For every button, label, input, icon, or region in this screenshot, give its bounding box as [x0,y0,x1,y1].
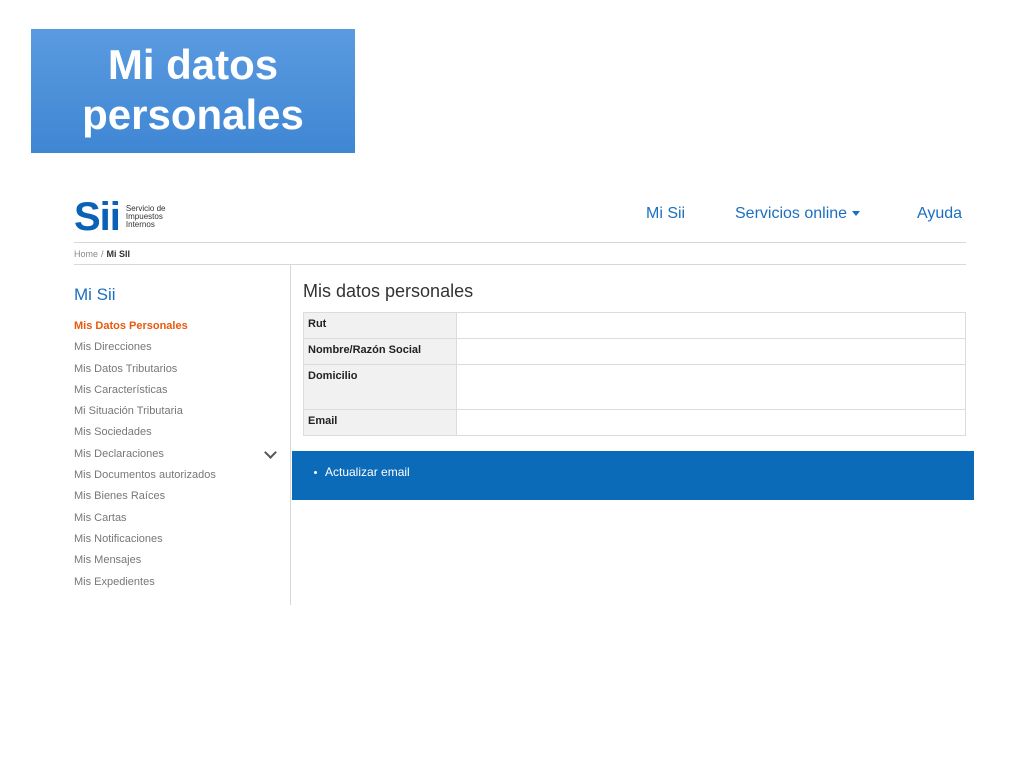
sidebar-item-caracteristicas[interactable]: Mis Características [74,383,216,404]
logo-text-line: Internos [125,220,155,229]
sidebar-item-declaraciones[interactable]: Mis Declaraciones [74,447,216,468]
sidebar-item-bienes-raices[interactable]: Mis Bienes Raíces [74,489,216,510]
page-title: Mis datos personales [303,281,474,301]
sidebar-divider [290,265,291,605]
sidebar-item-direcciones[interactable]: Mis Direcciones [74,340,216,361]
sidebar-title: Mi Sii [74,285,116,304]
sidebar-item-sociedades[interactable]: Mis Sociedades [74,425,216,446]
sidebar-item-datos-tributarios[interactable]: Mis Datos Tributarios [74,362,216,383]
logo-mark: Sii [74,195,121,239]
sii-screenshot: Sii Servicio de Impuestos Internos Mi Si… [60,185,980,605]
row-label-rut: Rut [303,312,457,339]
row-value-rut [456,312,966,339]
table-row: Domicilio [303,364,966,410]
slide-title: Mi datos personales [31,29,355,153]
nav-servicios-label: Servicios online [735,205,848,222]
row-label-email: Email [303,409,457,436]
update-email-link[interactable]: Actualizar email [314,465,410,479]
bullet-icon [314,471,317,475]
row-value-nombre [456,338,966,365]
caret-down-icon [852,211,861,217]
sidebar-menu: Mis Datos Personales Mis Direcciones Mis… [74,319,216,596]
slide-title-line2: personales [82,91,304,138]
row-value-email [456,409,966,436]
sidebar-item-expedientes[interactable]: Mis Expedientes [74,575,216,596]
table-row: Nombre/Razón Social [303,338,966,365]
personal-data-table: Rut Nombre/Razón Social Domicilio Email [303,312,966,436]
breadcrumb-divider [74,264,966,265]
chevron-down-icon[interactable] [264,446,277,459]
header-divider [74,242,966,243]
update-email-label: Actualizar email [325,465,410,479]
sidebar-item-notificaciones[interactable]: Mis Notificaciones [74,532,216,553]
sidebar-item-mensajes[interactable]: Mis Mensajes [74,553,216,574]
slide-title-line1: Mi datos [107,41,279,88]
breadcrumb-current: Mi SII [106,249,131,259]
row-label-domicilio: Domicilio [303,364,457,410]
sidebar-item-datos-personales[interactable]: Mis Datos Personales [74,319,216,340]
nav-servicios-online[interactable]: Servicios online [735,205,861,223]
row-value-domicilio [456,364,966,410]
nav-mi-sii[interactable]: Mi Sii [646,205,685,223]
breadcrumb-home[interactable]: Home [74,249,98,259]
action-bar: Actualizar email [292,451,974,500]
sidebar-item-documentos-autorizados[interactable]: Mis Documentos autorizados [74,468,216,489]
table-row: Email [303,409,966,436]
sidebar-item-cartas[interactable]: Mis Cartas [74,511,216,532]
table-row: Rut [303,312,966,339]
breadcrumb-separator: / [101,249,104,259]
row-label-nombre: Nombre/Razón Social [303,338,457,365]
breadcrumb: Home / Mi SII [74,249,130,259]
logo-text: Servicio de Impuestos Internos [126,205,166,229]
sidebar-item-situacion-tributaria[interactable]: Mi Situación Tributaria [74,404,216,425]
nav-ayuda[interactable]: Ayuda [917,205,962,223]
sii-logo[interactable]: Sii Servicio de Impuestos Internos [74,197,165,237]
